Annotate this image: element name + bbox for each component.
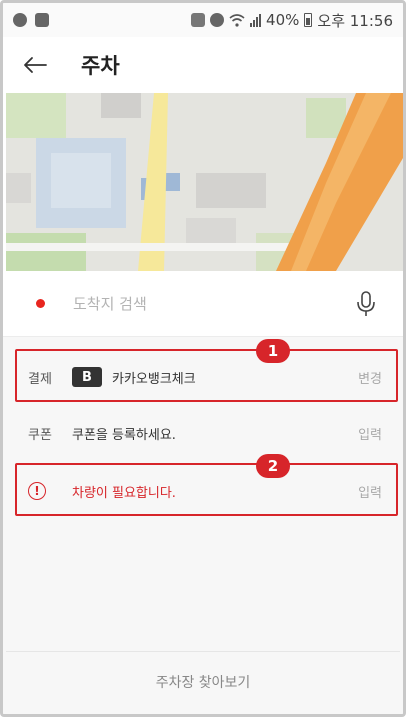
annotation-badge-1: 1 bbox=[256, 339, 290, 363]
back-button[interactable] bbox=[3, 37, 67, 93]
mobile-data-icon bbox=[191, 13, 206, 27]
signal-icon bbox=[250, 13, 262, 27]
destination-search-input[interactable] bbox=[73, 294, 323, 313]
page-title: 주차 bbox=[81, 54, 120, 78]
status-bar-right: 40% 오후 11:56 bbox=[191, 10, 393, 31]
find-parking-button[interactable]: 주차장 찾아보기 bbox=[6, 651, 400, 711]
battery-icon bbox=[304, 13, 313, 27]
highlight-box-2 bbox=[15, 463, 398, 516]
wifi-icon bbox=[229, 13, 245, 27]
status-bar: 40% 오후 11:56 bbox=[3, 3, 403, 37]
status-bar-left bbox=[13, 13, 49, 27]
annotation-badge-2: 2 bbox=[256, 454, 290, 478]
battery-percent: 40% bbox=[266, 11, 300, 29]
app-frame: 40% 오후 11:56 주차 도착지 검색 결제 B 카카오뱅크체크 변경 1… bbox=[0, 0, 406, 717]
coupon-row[interactable]: 쿠폰 쿠폰을 등록하세요. 입력 bbox=[6, 405, 400, 461]
coupon-text: 쿠폰을 등록하세요. bbox=[72, 427, 176, 443]
map-view[interactable] bbox=[6, 93, 403, 271]
voice-search-button[interactable] bbox=[353, 289, 379, 319]
coupon-input-button[interactable]: 입력 bbox=[358, 424, 382, 443]
usb-notification-icon bbox=[13, 13, 27, 27]
coupon-label: 쿠폰 bbox=[28, 427, 52, 443]
destination-dot-icon bbox=[36, 299, 45, 308]
alarm-icon bbox=[210, 13, 225, 27]
microphone-icon bbox=[357, 290, 375, 316]
destination-search-row bbox=[3, 271, 403, 337]
app-header: 주차 bbox=[3, 37, 403, 93]
map-image bbox=[6, 93, 403, 271]
arrow-left-icon bbox=[24, 57, 47, 73]
highlight-box-1 bbox=[15, 349, 398, 402]
clock: 오후 11:56 bbox=[317, 11, 393, 30]
image-notification-icon bbox=[35, 13, 49, 27]
